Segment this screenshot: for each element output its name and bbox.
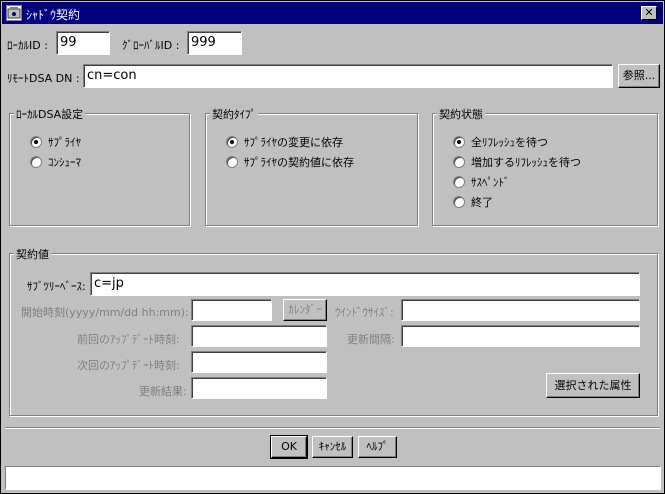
- radio-depend-supplier-value[interactable]: ｻﾌﾟﾗｲﾔの契約値に依存: [226, 154, 354, 170]
- window-title: ｼｬﾄﾞｳ契約: [26, 8, 81, 22]
- ok-button[interactable]: OK: [270, 435, 308, 459]
- update-result-label: 更新結果:: [139, 385, 187, 398]
- remote-dsa-input[interactable]: cn=con: [83, 64, 613, 88]
- contract-type-group: 契約ﾀｲﾌﾟ ｻﾌﾟﾗｲﾔの変更に依存 ｻﾌﾟﾗｲﾔの契約値に依存: [205, 106, 418, 226]
- window-size-label: ｳｲﾝﾄﾞｳｻｲｽﾞ:: [335, 306, 394, 319]
- radio-indicator: [226, 156, 238, 168]
- contract-state-group-title: 契約状態: [437, 106, 485, 122]
- next-update-input[interactable]: [191, 351, 327, 373]
- start-time-input[interactable]: [191, 299, 272, 321]
- radio-indicator: [226, 136, 238, 148]
- start-time-label: 開始時刻(yyyy/mm/dd hh:mm):: [21, 306, 189, 319]
- update-interval-label: 更新間隔:: [347, 333, 395, 346]
- radio-indicator: [30, 136, 42, 148]
- radio-wait-full-refresh[interactable]: 全ﾘﾌﾚｯｼｭを待つ: [453, 134, 548, 150]
- update-interval-input[interactable]: [401, 325, 640, 347]
- app-icon: [6, 5, 22, 21]
- local-id-input[interactable]: 99: [56, 31, 110, 55]
- browse-button[interactable]: 参照...: [618, 64, 660, 88]
- local-dsa-group-title: ﾛｰｶﾙDSA設定: [14, 106, 86, 122]
- radio-depend-supplier-change[interactable]: ｻﾌﾟﾗｲﾔの変更に依存: [226, 134, 343, 150]
- title-bar[interactable]: ｼｬﾄﾞｳ契約 ✕: [2, 2, 663, 24]
- remote-dsa-label: ﾘﾓｰﾄDSA DN :: [7, 72, 80, 85]
- radio-consumer[interactable]: ｺﾝｼｭｰﾏ: [30, 154, 81, 170]
- shadow-contract-dialog: ｼｬﾄﾞｳ契約 ✕ ﾛｰｶﾙID : 99 ｸﾞﾛｰﾊﾞﾙID : 999 ﾘﾓ…: [0, 0, 665, 494]
- close-icon[interactable]: ✕: [641, 6, 657, 20]
- global-id-label: ｸﾞﾛｰﾊﾞﾙID :: [122, 39, 180, 52]
- radio-indicator: [30, 156, 42, 168]
- last-update-label: 前回のｱｯﾌﾟﾃﾞｰﾄ時刻:: [77, 333, 180, 346]
- next-update-label: 次回のｱｯﾌﾟﾃﾞｰﾄ時刻:: [77, 359, 180, 372]
- last-update-input[interactable]: [191, 325, 327, 347]
- status-bar: [5, 466, 661, 490]
- radio-terminate[interactable]: 終了: [453, 194, 493, 210]
- contract-value-group-title: 契約値: [14, 246, 51, 262]
- radio-wait-incremental-refresh[interactable]: 増加するﾘﾌﾚｯｼｭを待つ: [453, 154, 581, 170]
- subtree-base-label: ｻﾌﾞﾂﾘｰﾍﾞｰｽ:: [27, 280, 86, 293]
- local-id-label: ﾛｰｶﾙID :: [7, 39, 48, 52]
- cancel-button[interactable]: ｷｬﾝｾﾙ: [312, 436, 353, 458]
- calendar-button[interactable]: ｶﾚﾝﾀﾞｰ: [283, 299, 327, 321]
- radio-indicator: [453, 136, 465, 148]
- contract-state-group: 契約状態 全ﾘﾌﾚｯｼｭを待つ 増加するﾘﾌﾚｯｼｭを待つ ｻｽﾍﾟﾝﾄﾞ 終了: [432, 106, 658, 226]
- global-id-input[interactable]: 999: [187, 31, 242, 55]
- update-result-input[interactable]: [191, 377, 327, 399]
- help-button[interactable]: ﾍﾙﾌﾟ: [358, 436, 397, 458]
- selected-attributes-button[interactable]: 選択された属性: [546, 373, 640, 398]
- local-dsa-group: ﾛｰｶﾙDSA設定 ｻﾌﾟﾗｲﾔ ｺﾝｼｭｰﾏ: [9, 106, 190, 226]
- radio-supplier[interactable]: ｻﾌﾟﾗｲﾔ: [30, 134, 81, 150]
- radio-indicator: [453, 196, 465, 208]
- window-size-input[interactable]: [401, 299, 640, 321]
- contract-type-group-title: 契約ﾀｲﾌﾟ: [210, 106, 258, 122]
- radio-indicator: [453, 176, 465, 188]
- footer-separator: [5, 427, 660, 429]
- radio-suspend[interactable]: ｻｽﾍﾟﾝﾄﾞ: [453, 174, 510, 190]
- subtree-base-input[interactable]: c=jp: [90, 272, 640, 296]
- radio-indicator: [453, 156, 465, 168]
